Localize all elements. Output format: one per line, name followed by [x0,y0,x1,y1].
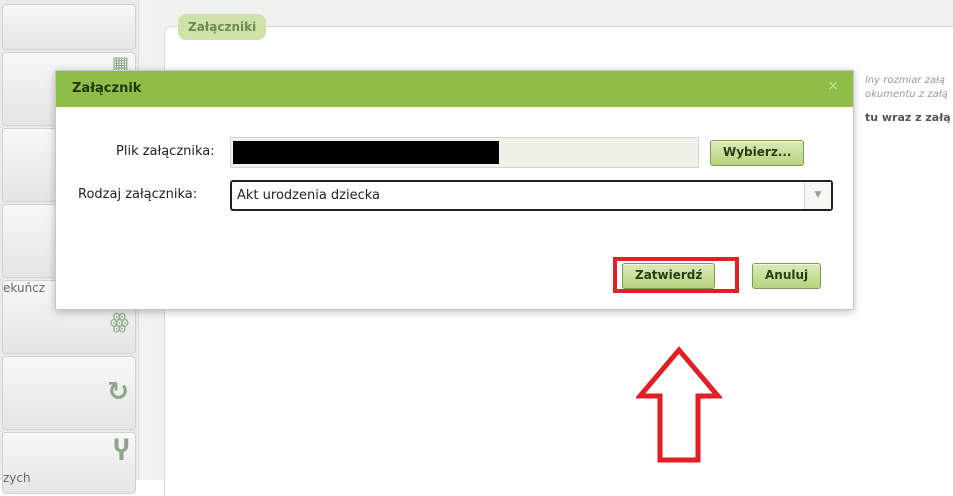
confirm-highlight-box [613,257,739,293]
left-nav-label: zych [3,471,31,485]
redacted-filename [233,141,499,164]
attachments-legend: Załączniki [178,14,267,40]
attachment-dialog: Załącznik × Plik załącznika: Wybierz... … [55,70,854,310]
close-icon[interactable]: × [827,78,839,94]
type-label: Rodzaj załącznika: [78,187,198,202]
dialog-title: Załącznik [72,81,142,96]
choose-file-button[interactable]: Wybierz... [710,140,805,166]
refresh-icon: ↻ [107,377,129,407]
dialog-titlebar[interactable]: Załącznik × [56,71,853,107]
left-nav-item-7[interactable]: zych Ⴤ [2,432,136,494]
left-nav-item-1[interactable] [2,4,136,50]
red-arrow-icon [636,346,722,463]
attachment-type-select[interactable]: Akt urodzenia dziecka ▼ [230,180,833,211]
attachments-info-line: okumentu z załą [865,89,948,100]
family-icon: ꙮ [109,309,129,333]
file-label: Plik załącznika: [116,144,215,159]
left-nav-item-6[interactable]: ↻ [2,356,136,430]
left-nav-label: ekuńcz [3,281,46,295]
attachment-type-value: Akt urodzenia dziecka [237,188,381,203]
merge-icon: Ⴤ [113,437,129,467]
chevron-down-icon[interactable]: ▼ [804,182,831,209]
cancel-button[interactable]: Anuluj [752,263,822,289]
attachments-info-line: tu wraz z załą [865,111,951,124]
attachments-info-line: lny rozmiar załą [865,75,946,86]
file-field[interactable] [230,137,699,168]
